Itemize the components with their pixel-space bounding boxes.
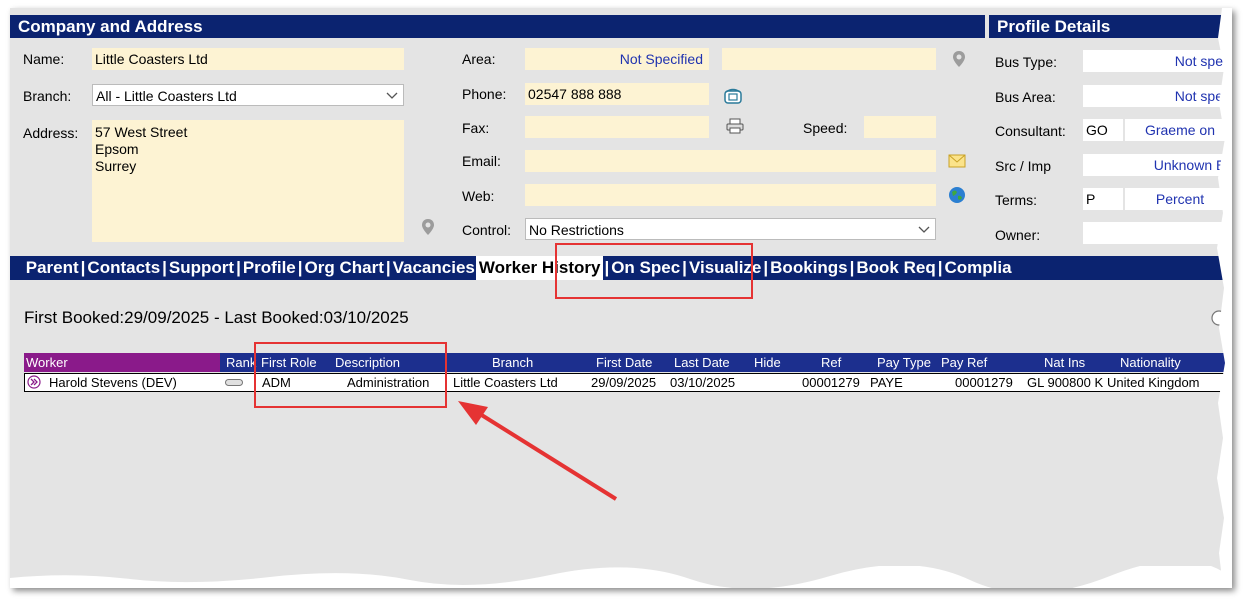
phone-field[interactable]: 02547 888 888	[525, 83, 709, 105]
column-header-rank[interactable]: Rank	[226, 353, 256, 372]
address-label: Address:	[23, 125, 79, 141]
control-label: Control:	[462, 222, 512, 238]
column-header-last-date[interactable]: Last Date	[674, 353, 730, 372]
name-label: Name:	[23, 51, 65, 67]
speed-label: Speed:	[803, 120, 848, 136]
column-header-first-date[interactable]: First Date	[596, 353, 652, 372]
tab-separator: |	[763, 258, 769, 277]
web-label: Web:	[462, 188, 495, 204]
cell-last-date: 03/10/2025	[670, 375, 736, 390]
tab-contacts[interactable]: Contacts	[86, 256, 161, 280]
web-field[interactable]	[525, 184, 936, 206]
column-header-nationality[interactable]: Nationality	[1120, 353, 1181, 372]
speed-field[interactable]	[864, 116, 936, 138]
column-header-hide[interactable]: Hide	[754, 353, 781, 372]
branch-label: Branch:	[23, 88, 72, 104]
column-header-worker[interactable]: Worker	[26, 353, 68, 372]
telephone-icon[interactable]	[724, 88, 742, 104]
consultant-label: Consultant:	[995, 123, 1066, 139]
tab-separator: |	[297, 258, 303, 277]
bus-area-label: Bus Area:	[995, 89, 1056, 105]
torn-edge-right	[1217, 8, 1232, 588]
branch-select[interactable]: All - Little Coasters Ltd	[92, 84, 404, 106]
column-header-nat-ins[interactable]: Nat Ins	[1044, 353, 1085, 372]
cell-nationality: United Kingdom	[1107, 375, 1200, 390]
company-address-header: Company and Address	[10, 15, 985, 38]
tab-parent[interactable]: Parent	[25, 256, 80, 280]
tab-org-chart[interactable]: Org Chart	[304, 256, 385, 280]
annotation-box-worker-history-tab	[555, 243, 753, 299]
worker-history-grid-header: Worker Rank First Role Description Branc…	[24, 353, 1232, 372]
torn-edge-bottom	[10, 566, 1232, 588]
cell-worker: Harold Stevens (DEV)	[49, 375, 177, 390]
globe-icon[interactable]	[948, 186, 966, 204]
chevron-down-icon[interactable]	[917, 222, 931, 236]
address-line-2: Epsom	[95, 141, 139, 157]
tab-separator: |	[80, 258, 86, 277]
chevron-right-icon[interactable]	[27, 375, 41, 389]
column-header-pay-type[interactable]: Pay Type	[877, 353, 931, 372]
cell-first-date: 29/09/2025	[591, 375, 657, 390]
consultant-code-field[interactable]: GO	[1083, 119, 1123, 141]
column-header-pay-ref[interactable]: Pay Ref	[941, 353, 987, 372]
table-row[interactable]: Harold Stevens (DEV) ADM Administration …	[24, 373, 1232, 392]
tab-support[interactable]: Support	[168, 256, 235, 280]
cell-ref: 00001279	[802, 375, 860, 390]
branch-value: All - Little Coasters Ltd	[96, 88, 237, 104]
phone-label: Phone:	[462, 86, 507, 102]
tab-separator: |	[849, 258, 855, 277]
column-header-ref[interactable]: Ref	[821, 353, 841, 372]
address-line-1: 57 West Street	[95, 124, 188, 140]
area-extra-field[interactable]	[722, 48, 936, 70]
tab-vacancies[interactable]: Vacancies	[392, 256, 476, 280]
address-line-3: Surrey	[95, 158, 137, 174]
terms-label: Terms:	[995, 192, 1037, 208]
cell-nat-ins: GL 900800 K	[1027, 375, 1104, 390]
envelope-icon[interactable]	[948, 154, 966, 168]
area-label: Area:	[462, 51, 496, 67]
terms-code-field[interactable]: P	[1083, 188, 1123, 210]
tab-separator: |	[385, 258, 391, 277]
tab-separator: |	[236, 258, 241, 277]
src-imp-label: Src / Imp	[995, 158, 1052, 174]
tab-bookings[interactable]: Bookings	[769, 256, 848, 280]
chevron-down-icon[interactable]	[385, 88, 399, 102]
email-label: Email:	[462, 153, 501, 169]
name-field[interactable]: Little Coasters Ltd	[92, 48, 404, 70]
cell-pay-ref: 00001279	[955, 375, 1013, 390]
address-field[interactable]: 57 West Street Epsom Surrey	[92, 120, 404, 242]
fax-field[interactable]	[525, 116, 709, 138]
control-value: No Restrictions	[529, 222, 624, 238]
cell-pay-type: PAYE	[870, 375, 903, 390]
tab-compliance[interactable]: Complia	[943, 256, 1012, 280]
profile-details-header: Profile Details	[989, 15, 1232, 38]
printer-icon[interactable]	[726, 118, 744, 134]
fax-label: Fax:	[462, 120, 490, 136]
booking-summary: First Booked:29/09/2025 - Last Booked:03…	[24, 308, 409, 327]
tab-book-req[interactable]: Book Req	[855, 256, 936, 280]
tab-separator: |	[937, 258, 943, 277]
control-select[interactable]: No Restrictions	[525, 218, 936, 240]
map-pin-icon[interactable]	[952, 50, 966, 68]
tab-separator: |	[162, 258, 167, 277]
annotation-arrow-icon	[458, 401, 618, 501]
owner-label: Owner:	[995, 227, 1041, 243]
area-field[interactable]: Not Specified	[525, 48, 709, 70]
bus-type-label: Bus Type:	[995, 54, 1058, 70]
tab-profile[interactable]: Profile	[242, 256, 297, 280]
cell-branch: Little Coasters Ltd	[453, 375, 558, 390]
annotation-box-first-role-column	[254, 342, 447, 408]
email-field[interactable]	[525, 150, 936, 172]
rank-bar-icon	[225, 379, 243, 386]
column-header-branch[interactable]: Branch	[492, 353, 533, 372]
map-pin-icon[interactable]	[421, 218, 435, 236]
